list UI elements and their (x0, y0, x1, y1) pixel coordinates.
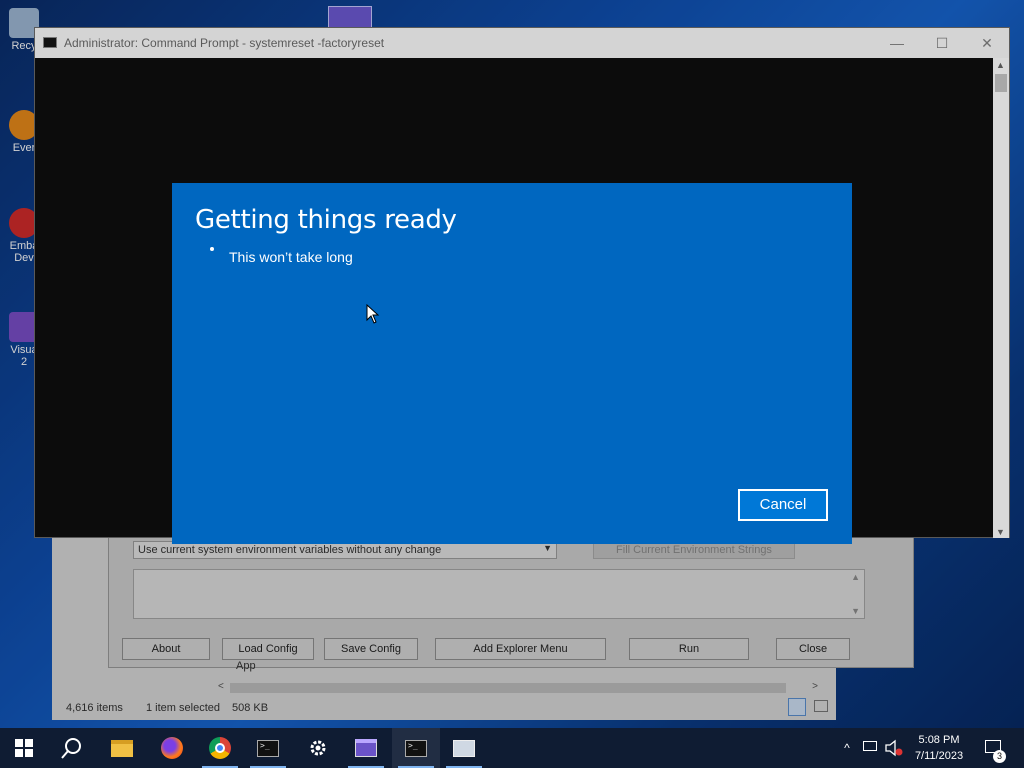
close-button[interactable]: Close (776, 638, 850, 660)
scroll-left-icon[interactable]: < (218, 681, 224, 692)
terminal-taskbar-button[interactable]: >_ (244, 728, 292, 768)
start-button[interactable] (0, 728, 48, 768)
progress-spinner-icon (210, 247, 214, 251)
selected-size: 508 KB (232, 702, 269, 714)
search-icon (61, 738, 81, 759)
explorer-horizontal-scrollbar[interactable]: < > (218, 681, 818, 695)
cmd-icon: >_ (405, 739, 427, 757)
scroll-right-icon[interactable]: > (812, 681, 818, 692)
maximize-button[interactable]: ☐ (920, 32, 964, 54)
chrome-icon (209, 737, 231, 759)
add-explorer-menu-button[interactable]: Add Explorer Menu (435, 638, 606, 660)
minimize-button[interactable]: — (875, 32, 919, 54)
about-button[interactable]: About (122, 638, 210, 660)
scroll-down-icon[interactable]: ▼ (851, 606, 860, 616)
file-explorer-taskbar-button[interactable] (98, 728, 146, 768)
network-icon (863, 741, 877, 751)
desktop: Recy Ever Emba Dev Visua 2 4,616 items 1… (0, 0, 1024, 728)
item-count: 4,616 items (66, 702, 123, 714)
desktop-icon-label: Ever (12, 142, 36, 154)
chevron-down-icon: ▼ (543, 543, 552, 553)
reset-dialog-heading: Getting things ready (195, 205, 457, 235)
action-center-button[interactable]: 3 (982, 728, 1006, 768)
network-tray-button[interactable] (860, 728, 880, 768)
explorer-row-partial: App (236, 660, 256, 672)
cmd-titlebar[interactable]: Administrator: Command Prompt - systemre… (35, 28, 1009, 58)
cancel-button[interactable]: Cancel (738, 489, 828, 521)
desktop-icon-label: Recy (11, 40, 37, 52)
volume-muted-icon (885, 739, 903, 757)
selected-count: 1 item selected (146, 702, 220, 714)
scroll-up-icon[interactable]: ▲ (851, 572, 860, 582)
terminal-icon: >_ (257, 739, 279, 757)
app-taskbar-button[interactable] (342, 728, 390, 768)
scroll-up-icon[interactable]: ▲ (996, 60, 1005, 70)
environment-tool-window: Use current system environment variables… (108, 530, 914, 668)
scroll-thumb[interactable] (995, 74, 1007, 92)
explorer-status-bar: 4,616 items 1 item selected 508 KB (52, 696, 836, 720)
search-button[interactable] (48, 728, 96, 768)
scroll-down-icon[interactable]: ▼ (996, 527, 1005, 537)
system-clock[interactable]: 5:08 PM 7/11/2023 (906, 732, 972, 764)
cmd-taskbar-button[interactable]: >_ (392, 728, 440, 768)
settings-icon (310, 740, 326, 756)
settings-taskbar-button[interactable] (294, 728, 342, 768)
reset-dialog: Getting things ready This won’t take lon… (172, 183, 852, 544)
window-icon (453, 739, 475, 757)
window-thumbnail-icon (328, 6, 372, 28)
mouse-cursor-icon (366, 304, 380, 324)
app-icon (355, 739, 377, 757)
chrome-taskbar-button[interactable] (196, 728, 244, 768)
details-view-icon[interactable] (788, 698, 806, 716)
start-icon (15, 739, 33, 757)
notification-count-badge: 3 (993, 750, 1006, 763)
env-mode-value: Use current system environment variables… (138, 544, 442, 556)
env-text-area[interactable]: ▲ ▼ (133, 569, 865, 619)
clock-date: 7/11/2023 (914, 750, 964, 762)
run-button[interactable]: Run (629, 638, 749, 660)
chevron-up-icon: ^ (844, 741, 850, 755)
scroll-track[interactable] (230, 683, 786, 693)
cmd-window-title: Administrator: Command Prompt - systemre… (64, 36, 385, 50)
cmd-vertical-scrollbar[interactable]: ▲ ▼ (993, 58, 1009, 538)
save-config-button[interactable]: Save Config (324, 638, 418, 660)
firefox-taskbar-button[interactable] (148, 728, 196, 768)
load-config-button[interactable]: Load Config (222, 638, 314, 660)
window-taskbar-button[interactable] (440, 728, 488, 768)
clock-time: 5:08 PM (918, 734, 960, 746)
cmd-icon (43, 37, 57, 48)
taskbar: >_ >_ ^ 5:08 PM 7/11/2023 3 (0, 728, 1024, 768)
firefox-icon (161, 737, 183, 759)
reset-dialog-subtext: This won’t take long (229, 249, 353, 265)
file-explorer-icon (111, 739, 133, 757)
show-hidden-icons-button[interactable]: ^ (838, 728, 856, 768)
large-icons-view-icon[interactable] (814, 700, 828, 712)
close-window-button[interactable]: ✕ (965, 32, 1009, 54)
volume-tray-button[interactable] (884, 728, 904, 768)
